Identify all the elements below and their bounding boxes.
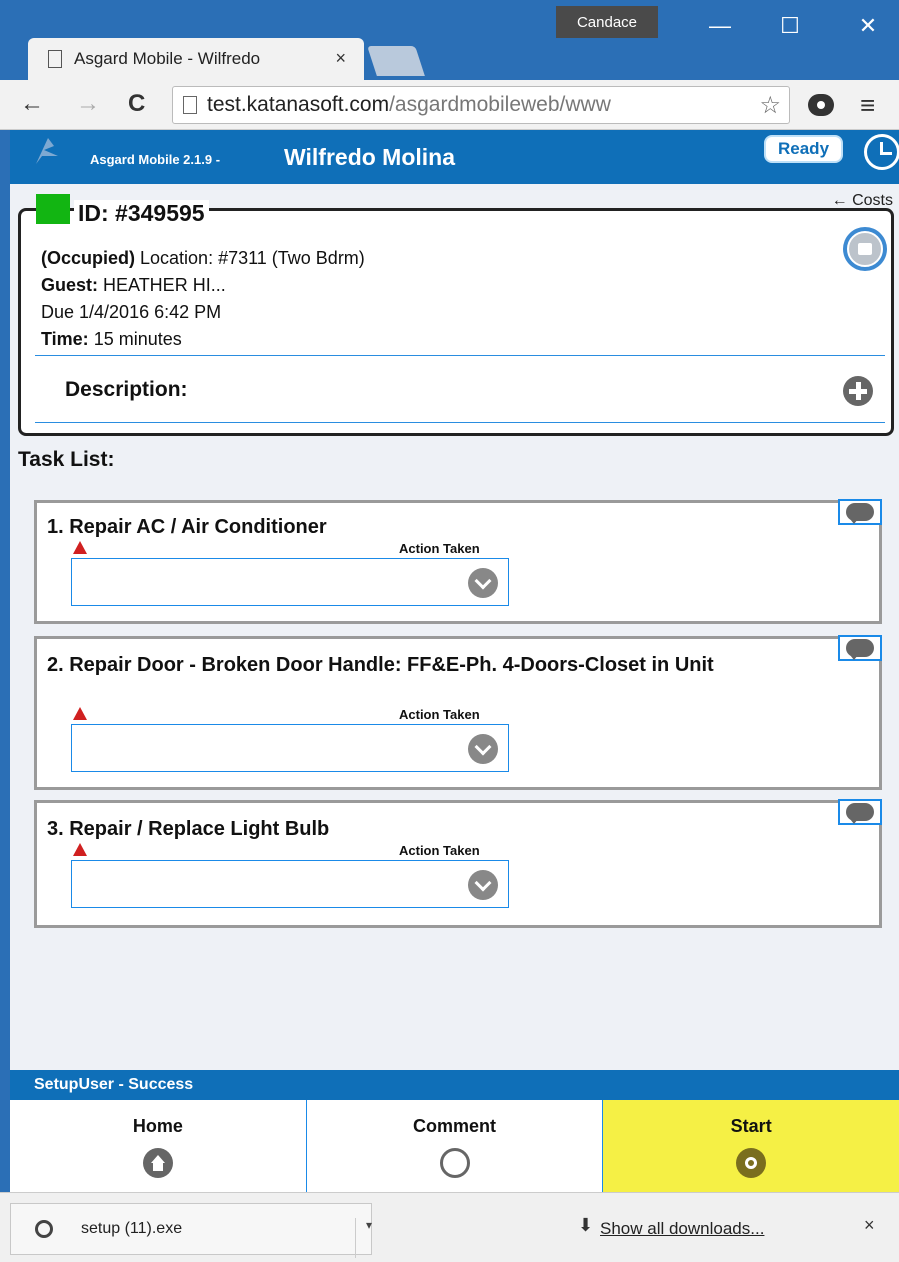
time-line: Time: 15 minutes: [41, 326, 365, 353]
comment-label: Comment: [413, 1116, 497, 1136]
task-title: 2. Repair Door - Broken Door Handle: FF&…: [47, 654, 714, 676]
task-title: 3. Repair / Replace Light Bulb: [47, 818, 330, 840]
address-bar[interactable]: test.katanasoft.com/asgardmobileweb/www …: [172, 86, 790, 124]
task-comment-icon[interactable]: [838, 499, 882, 525]
show-all-downloads-link[interactable]: Show all downloads...: [600, 1219, 764, 1239]
app-version: Asgard Mobile 2.1.9 -: [90, 152, 221, 167]
page-icon: [48, 50, 62, 68]
maximize-icon[interactable]: ☐: [760, 8, 820, 44]
work-order-content: ← Costs (Occupied) Location: #7311 (Two …: [10, 184, 899, 1070]
download-arrow-icon: ⬇: [578, 1215, 594, 1235]
bag-icon[interactable]: [843, 227, 887, 271]
app-header: Asgard Mobile 2.1.9 - Wilfredo Molina Re…: [10, 130, 899, 184]
chevron-down-icon[interactable]: [468, 734, 498, 764]
description-row: Description:: [35, 355, 885, 423]
bookmark-star-icon[interactable]: ☆: [759, 91, 781, 120]
comment-icon: [439, 1148, 470, 1178]
action-taken-select[interactable]: [71, 724, 509, 772]
download-item[interactable]: setup (11).exe ▾: [10, 1203, 372, 1258]
tab-title: Asgard Mobile - Wilfredo: [74, 49, 261, 68]
window-border: [0, 130, 10, 1226]
due-date: Due 1/4/2016 6:42 PM: [41, 302, 222, 322]
guest-line: Guest: HEATHER HI...: [41, 272, 365, 299]
page-info-icon[interactable]: [183, 96, 197, 114]
installer-icon: [35, 1220, 53, 1238]
user-name: Wilfredo Molina: [284, 144, 456, 170]
chevron-down-icon[interactable]: [468, 568, 498, 598]
action-taken-select[interactable]: [71, 860, 509, 908]
app-logo-icon: [36, 138, 58, 164]
task-comment-icon[interactable]: [838, 799, 882, 825]
time-value: 15 minutes: [88, 329, 182, 349]
action-taken-label: Action Taken: [399, 541, 480, 556]
home-icon: [142, 1148, 173, 1178]
description-label: Description:: [65, 378, 188, 401]
task-comment-icon[interactable]: [838, 635, 882, 661]
status-indicator: [36, 194, 70, 224]
add-description-icon[interactable]: [843, 376, 873, 406]
browser-toolbar: ← → C test.katanasoft.com/asgardmobilewe…: [0, 80, 899, 130]
location-line: (Occupied) Location: #7311 (Two Bdrm): [41, 245, 365, 272]
guest-label: Guest:: [41, 275, 99, 295]
task-card: 1. Repair AC / Air Conditioner Action Ta…: [34, 499, 882, 624]
reload-icon[interactable]: C: [128, 90, 145, 118]
forward-arrow-icon[interactable]: →: [76, 90, 100, 118]
profile-badge[interactable]: Candace: [556, 6, 658, 38]
bottom-nav: Home Comment Start: [10, 1100, 899, 1192]
downloads-bar: setup (11).exe ▾ ⬇ Show all downloads...…: [0, 1192, 899, 1262]
warning-icon: [73, 707, 87, 720]
tab-close-icon[interactable]: ×: [335, 48, 346, 69]
task-list-title: Task List:: [18, 448, 115, 471]
menu-icon[interactable]: ≡: [860, 90, 875, 121]
work-order-id: ID: #349595: [74, 200, 209, 227]
occupancy-status: (Occupied): [41, 248, 136, 268]
minimize-icon[interactable]: —: [690, 8, 750, 44]
window-titlebar: Candace — ☐ ✕ Asgard Mobile - Wilfredo ×: [0, 0, 899, 80]
ready-button[interactable]: Ready: [764, 135, 844, 163]
time-label: Time:: [41, 329, 89, 349]
url-host: test.katanasoft.com: [207, 93, 390, 116]
home-label: Home: [132, 1116, 183, 1136]
action-taken-label: Action Taken: [399, 707, 480, 722]
status-message: SetupUser - Success: [10, 1070, 899, 1100]
start-label: Start: [730, 1116, 772, 1136]
chevron-down-icon[interactable]: [468, 870, 498, 900]
close-window-icon[interactable]: ✕: [838, 8, 898, 44]
comment-button[interactable]: Comment: [306, 1100, 604, 1192]
work-order-card: (Occupied) Location: #7311 (Two Bdrm) Gu…: [18, 208, 894, 436]
task-card: 3. Repair / Replace Light Bulb Action Ta…: [34, 799, 882, 928]
start-button[interactable]: Start: [603, 1100, 899, 1192]
location-text: Location: #7311 (Two Bdrm): [135, 248, 365, 268]
download-menu-chevron-icon[interactable]: ▾: [355, 1218, 372, 1258]
home-button[interactable]: Home: [10, 1100, 307, 1192]
task-title: 1. Repair AC / Air Conditioner: [47, 516, 327, 538]
browser-tab[interactable]: Asgard Mobile - Wilfredo ×: [28, 38, 364, 80]
clock-icon[interactable]: [864, 134, 899, 170]
back-arrow-icon[interactable]: ←: [20, 90, 44, 118]
gear-icon: [736, 1148, 767, 1178]
new-tab-button[interactable]: [367, 46, 425, 76]
warning-icon: [73, 541, 87, 554]
guest-name: HEATHER HI...: [98, 275, 226, 295]
action-taken-select[interactable]: [71, 558, 509, 606]
close-downloads-icon[interactable]: ×: [864, 1215, 875, 1236]
warning-icon: [73, 843, 87, 856]
eye-extension-icon[interactable]: [808, 94, 834, 116]
url-path: /asgardmobileweb/www: [389, 93, 611, 116]
task-card: 2. Repair Door - Broken Door Handle: FF&…: [34, 635, 882, 790]
action-taken-label: Action Taken: [399, 843, 480, 858]
work-order-details: (Occupied) Location: #7311 (Two Bdrm) Gu…: [41, 245, 365, 353]
download-file-name: setup (11).exe: [81, 1220, 183, 1237]
